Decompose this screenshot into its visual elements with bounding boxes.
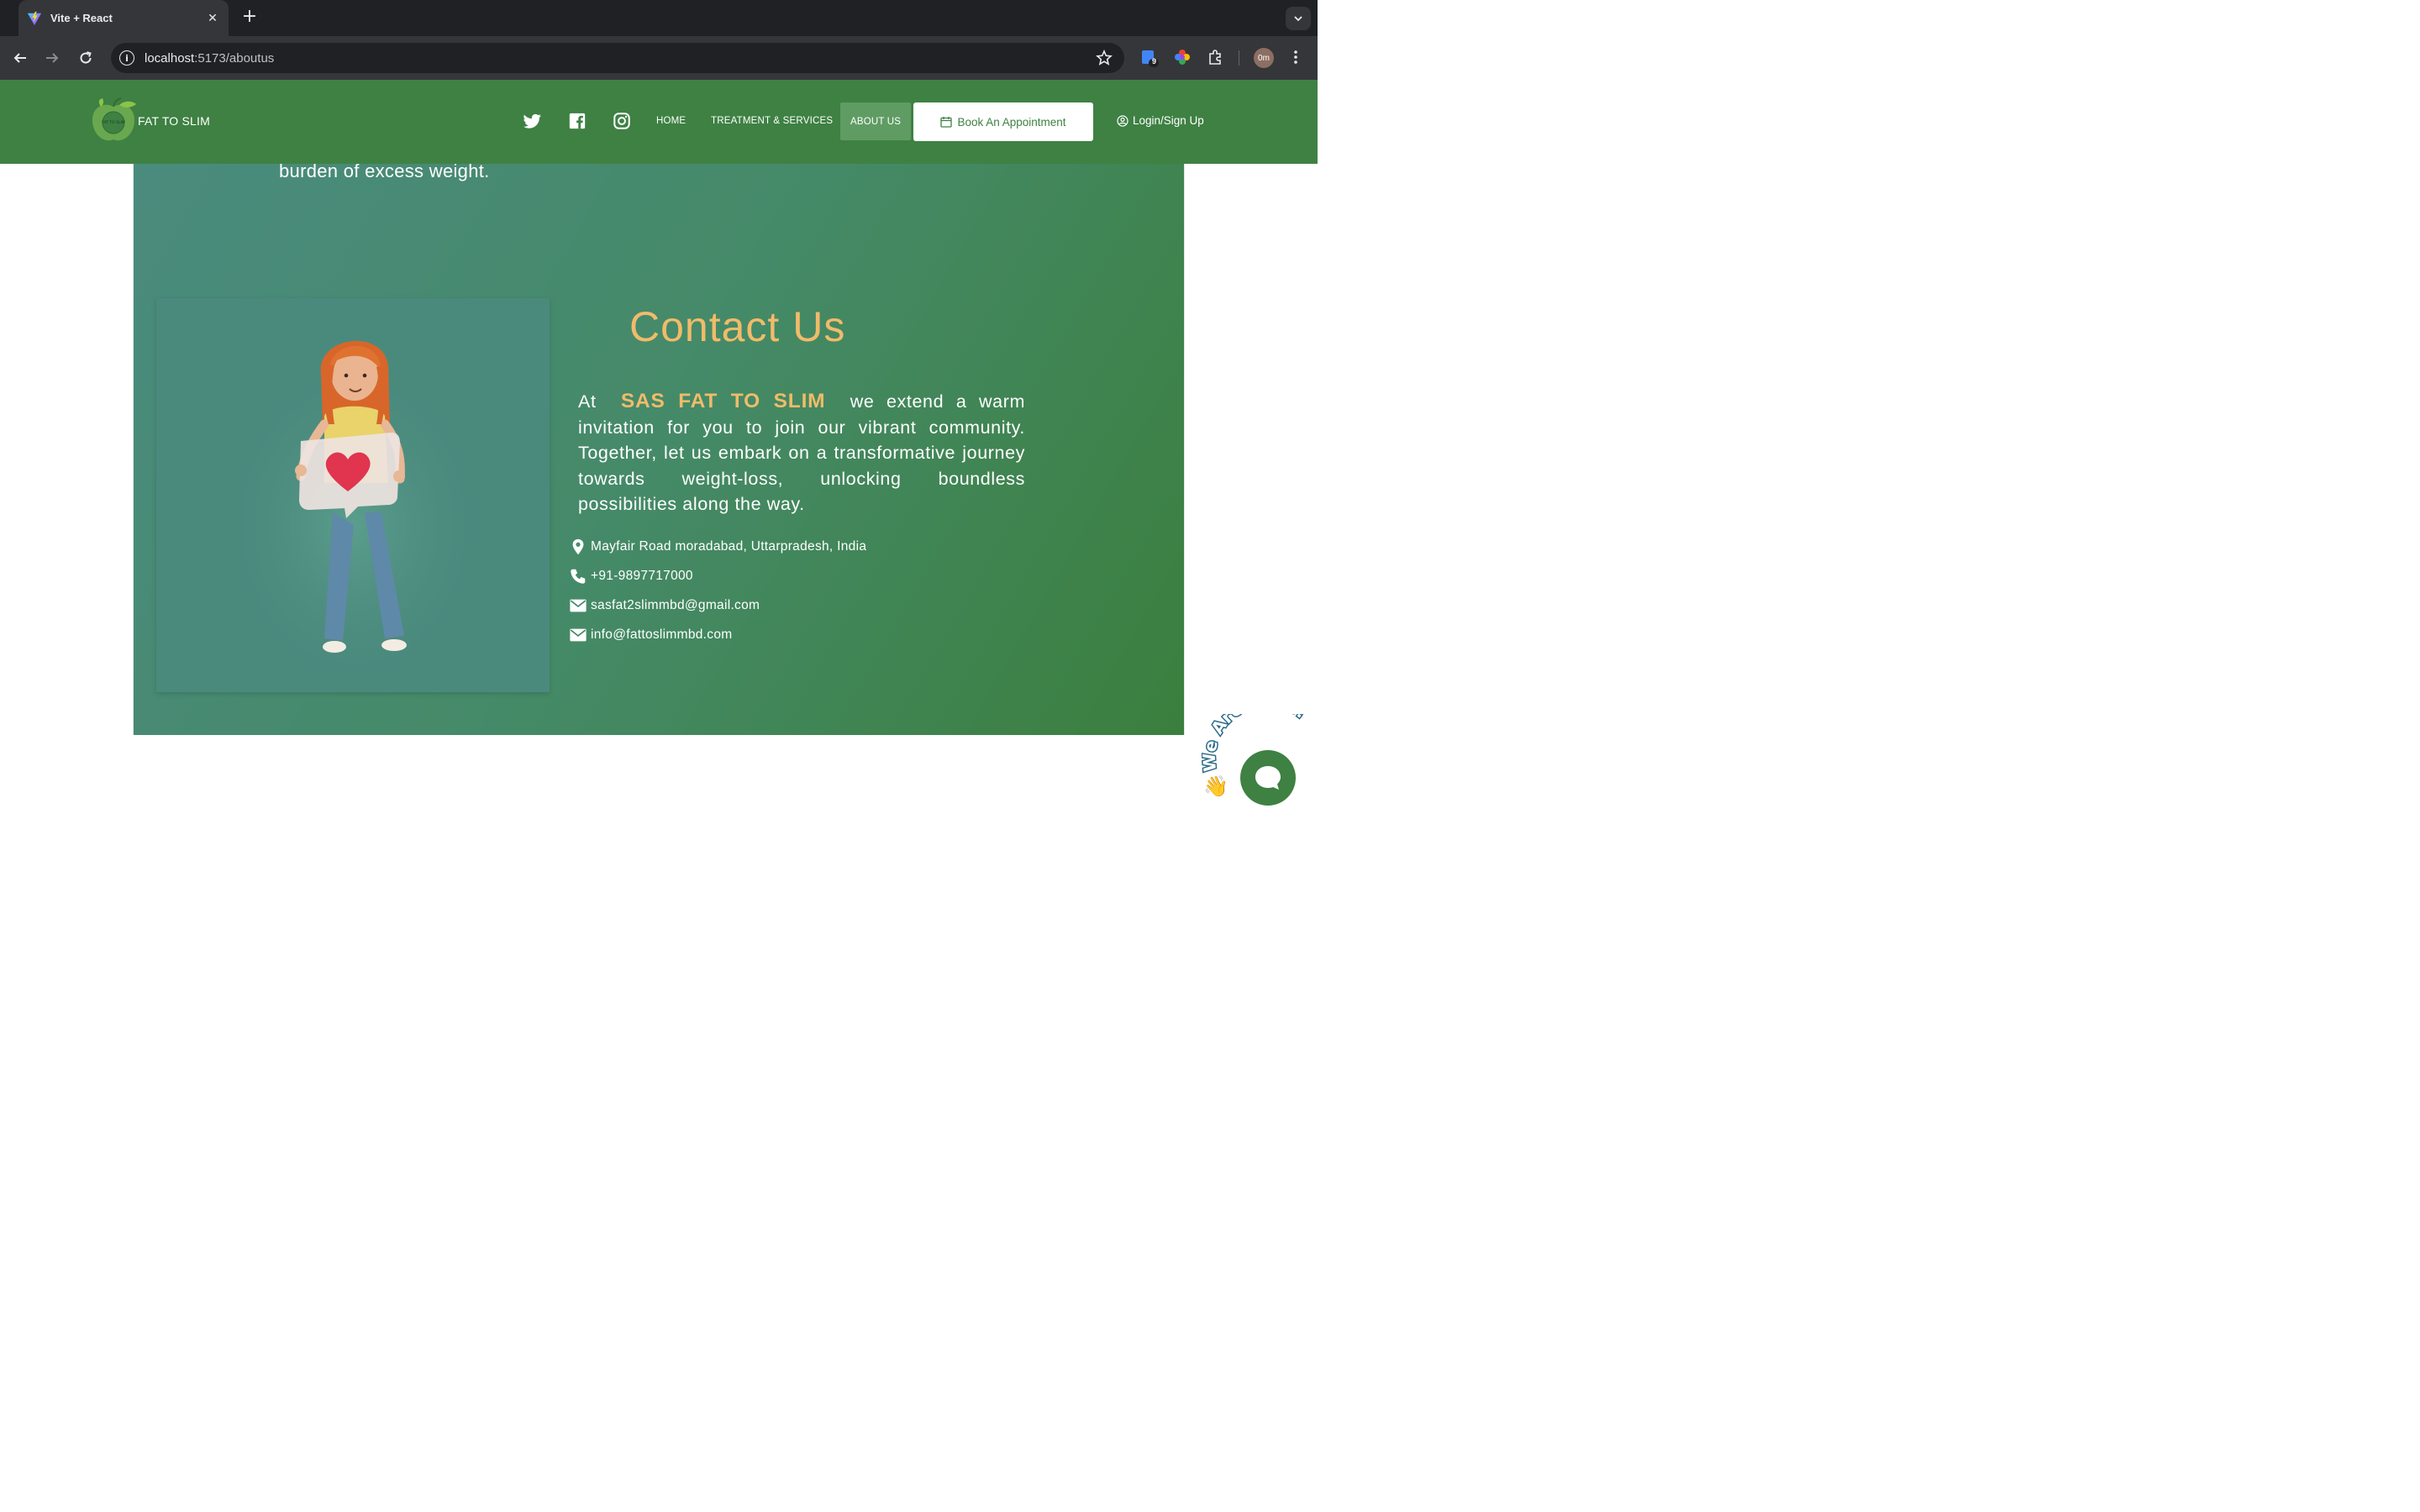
nav-about-link[interactable]: ABOUT US [840,102,912,140]
browser-tab-bar: Vite + React ✕ + [0,0,1318,36]
login-signup-label: Login/Sign Up [1133,114,1204,127]
address-row: Mayfair Road moradabad, Uttarpradesh, In… [569,538,866,556]
vite-icon [27,11,42,25]
user-circle-icon [1117,114,1128,127]
arrow-right-icon [46,53,59,63]
back-button[interactable] [9,47,31,69]
mail-icon [570,628,587,642]
email-1-text[interactable]: sasfat2slimmbd@gmail.com [591,598,760,613]
chevron-down-icon [1294,16,1302,22]
phone-icon [571,569,586,584]
tab-title: Vite + React [50,12,113,24]
illustration-card [156,298,550,692]
profile-avatar[interactable]: 0m [1254,48,1274,68]
site-info-icon[interactable]: i [119,50,134,66]
phone-text[interactable]: +91-9897717000 [591,569,693,584]
email-row-2: info@fattoslimmbd.com [569,626,732,644]
email-row-1: sasfat2slimmbd@gmail.com [569,596,760,615]
color-picker-extension-icon[interactable] [1174,49,1192,67]
brand-name[interactable]: FAT TO SLIM [138,114,210,128]
extension-badge-icon[interactable]: 9 [1140,49,1159,67]
contact-title: Contact Us [629,303,846,350]
contact-paragraph: At SAS FAT TO SLIM we extend a warm invi… [578,389,1025,517]
contact-section: burden of excess weight. Contact Us At S… [133,160,1185,735]
mail-icon [570,599,587,612]
chat-launcher-button[interactable] [1240,750,1296,806]
url-text: localhost:5173/aboutus [145,50,275,66]
address-text: Mayfair Road moradabad, Uttarpradesh, In… [591,539,867,554]
site-navbar: FAT TO SLIM FAT TO SLIM HOME TREATMENT &… [0,80,1318,164]
tab-close-icon[interactable]: ✕ [205,12,220,25]
contact-para-prefix: At [578,391,597,412]
nav-treatment-link[interactable]: TREATMENT & SERVICES [711,116,833,126]
email-2-text[interactable]: info@fattoslimmbd.com [591,627,732,643]
facebook-icon[interactable] [568,112,587,130]
extension-badge-count: 9 [1152,57,1157,66]
book-appointment-button[interactable]: Book An Appointment [913,102,1093,141]
phone-row: +91-9897717000 [569,567,693,585]
new-tab-button[interactable]: + [239,8,260,28]
forward-button[interactable] [41,47,63,69]
chat-bubble-icon [1255,766,1281,790]
reload-icon [80,51,92,64]
login-signup-link[interactable]: Login/Sign Up [1117,114,1204,127]
calendar-icon [940,117,953,128]
brand-highlight: SAS FAT TO SLIM [620,390,826,412]
location-pin-icon [572,538,584,555]
browser-toolbar: i localhost:5173/aboutus 9 [0,36,1318,80]
girl-holding-heart-illustration [219,340,488,676]
bookmark-star-icon[interactable] [1096,50,1113,66]
twitter-icon[interactable] [523,112,542,130]
arrow-left-icon [13,53,26,63]
extensions-puzzle-icon[interactable] [1207,49,1225,67]
tab-search-button[interactable] [1286,7,1311,30]
instagram-icon[interactable] [613,112,631,130]
logo-text: FAT TO SLIM [102,120,124,125]
address-bar[interactable]: i localhost:5173/aboutus [111,43,1124,73]
logo-apple-icon[interactable]: FAT TO SLIM [89,97,138,144]
browser-tab[interactable]: Vite + React ✕ [18,0,229,36]
browser-menu-icon[interactable] [1287,49,1306,67]
nav-home-link[interactable]: HOME [656,116,686,126]
book-appointment-label: Book An Appointment [957,115,1066,129]
reload-button[interactable] [75,47,97,69]
waving-hand-icon: 👋 [1203,774,1228,798]
